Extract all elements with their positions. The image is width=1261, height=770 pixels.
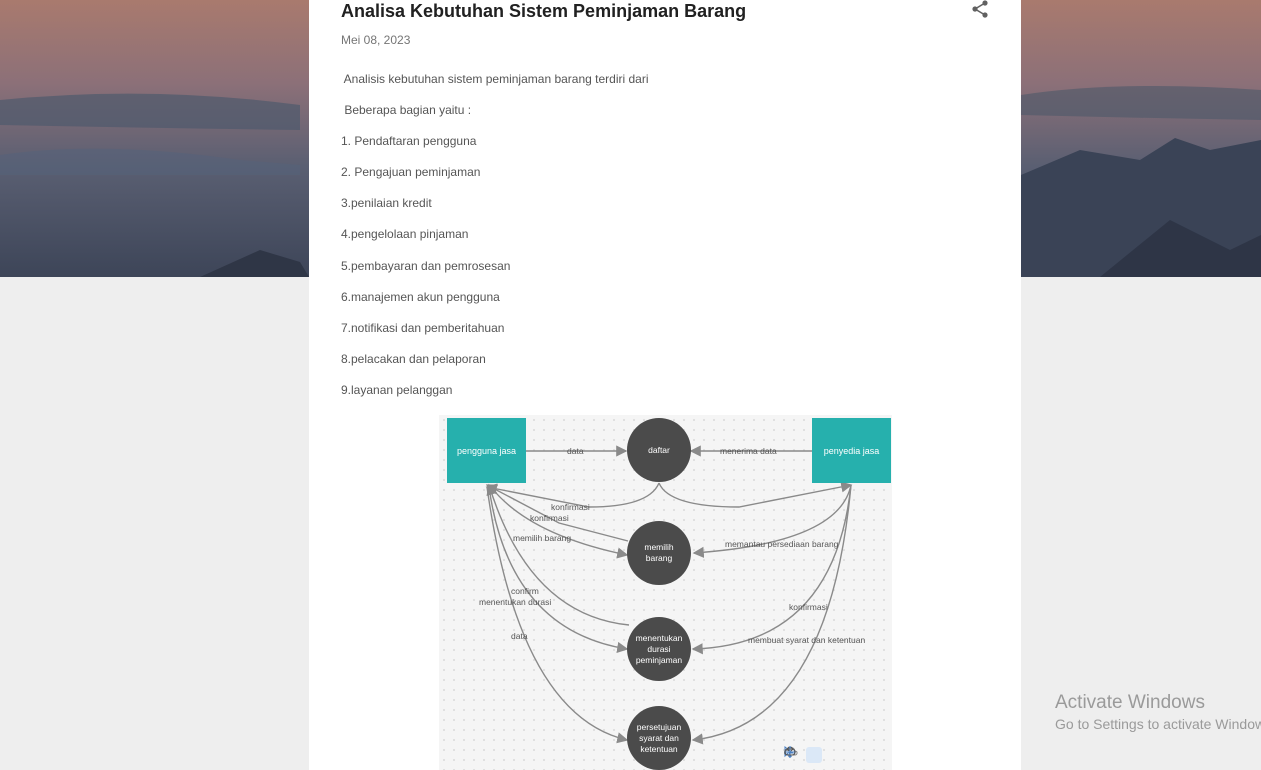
body-line-subheading: Beberapa bagian yaitu : <box>341 103 472 117</box>
list-item: 3.penilaian kredit <box>341 196 432 210</box>
edge-label: menentukan durasi <box>479 597 552 607</box>
edge-label: data <box>511 631 528 641</box>
entity-pengguna-jasa: pengguna jasa <box>447 418 526 483</box>
watermark-title: Activate Windows <box>1055 692 1205 713</box>
body-line-intro: Analisis kebutuhan sistem peminjaman bar… <box>341 72 649 86</box>
post-title[interactable]: Analisa Kebutuhan Sistem Peminjaman Bara… <box>341 0 746 22</box>
list-item: 5.pembayaran dan pemrosesan <box>341 259 511 273</box>
process-menentukan-durasi: menentukan durasi peminjaman <box>627 617 691 681</box>
edge-label: memantau persediaan barang <box>725 539 839 549</box>
post-date: Mei 08, 2023 <box>341 33 411 47</box>
edge-label: konfirmasi <box>530 513 569 523</box>
edge-label: data <box>567 446 584 456</box>
entity-penyedia-jasa: penyedia jasa <box>812 418 891 483</box>
list-item: 7.notifikasi dan pemberitahuan <box>341 321 505 335</box>
watermark-subtitle: Go to Settings to activate Windows. <box>1055 716 1261 732</box>
list-item: 9.layanan pelanggan <box>341 383 453 397</box>
activate-windows-watermark: Activate Windows Go to Settings to activ… <box>1055 692 1261 734</box>
edge-label: membuat syarat dan ketentuan <box>748 635 866 645</box>
share-icon[interactable] <box>970 0 990 18</box>
data-flow-diagram[interactable]: pengguna jasa penyedia jasa daftar memil… <box>439 415 892 770</box>
list-item: 2. Pengajuan peminjaman <box>341 165 481 179</box>
edge-label: memilih barang <box>513 533 572 543</box>
list-item: 1. Pendaftaran pengguna <box>341 134 477 148</box>
list-item: 4.pengelolaan pinjaman <box>341 227 469 241</box>
list-item: 8.pelacakan dan pelaporan <box>341 352 486 366</box>
pointer-icon[interactable] <box>784 746 822 763</box>
process-memilih-barang: memilih barang <box>627 521 691 585</box>
edge-label: konfirmasi <box>551 502 590 512</box>
move-icon[interactable] <box>784 746 844 763</box>
process-daftar: daftar <box>627 418 691 482</box>
diagram-toolbar <box>784 746 888 764</box>
process-persetujuan: persetujuan syarat dan ketentuan <box>627 706 691 770</box>
post-card: Analisa Kebutuhan Sistem Peminjaman Bara… <box>309 0 1021 770</box>
edge-label: menerima data <box>720 446 777 456</box>
edge-label: konfirmasi <box>789 602 828 612</box>
edge-label: confirm <box>511 586 539 596</box>
redo-icon[interactable] <box>784 746 888 763</box>
list-item: 6.manajemen akun pengguna <box>341 290 500 304</box>
undo-icon[interactable] <box>786 746 866 763</box>
